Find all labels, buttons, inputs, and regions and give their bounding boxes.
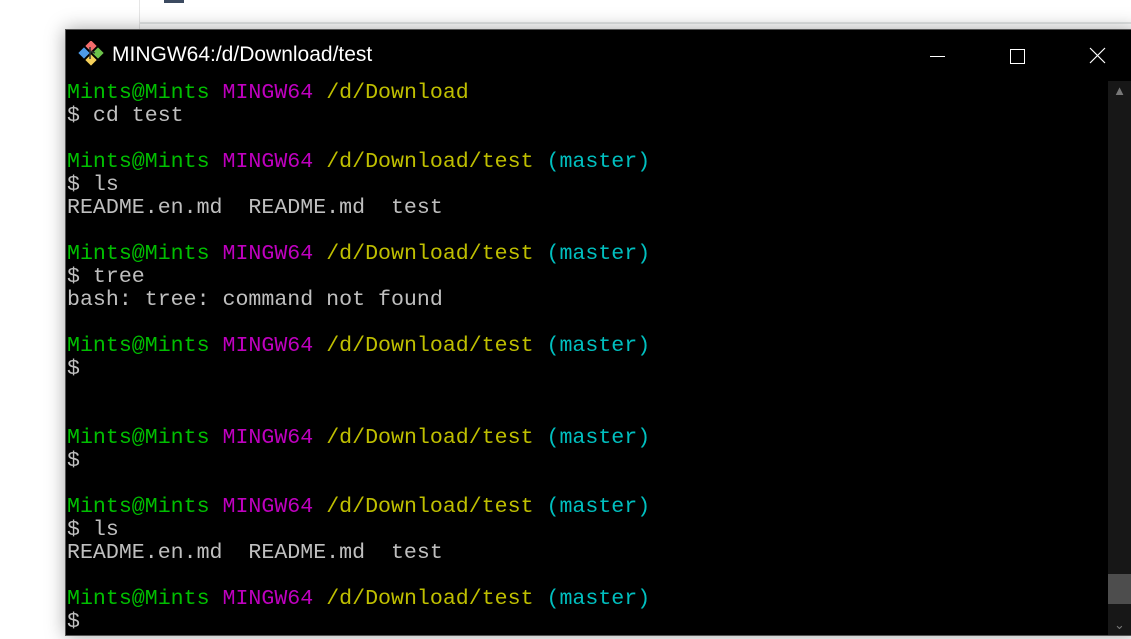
- terminal-text-segment: MINGW64: [222, 242, 327, 266]
- maximize-icon: [1010, 49, 1025, 64]
- terminal-window: MINGW64:/d/Download/test Mints@Mints MIN…: [65, 29, 1131, 636]
- terminal-line: $ cd test: [67, 105, 1107, 128]
- terminal-text-segment: /d/Download/test: [326, 426, 547, 450]
- terminal-text-segment: MINGW64: [222, 150, 327, 174]
- terminal-text-segment: Mints@Mints: [67, 495, 223, 519]
- terminal-text-segment: /d/Download/test: [326, 242, 547, 266]
- background-header: [140, 0, 1131, 24]
- terminal-line: README.en.md README.md test: [67, 197, 1107, 220]
- terminal-text-segment: Mints@Mints: [67, 426, 223, 450]
- terminal-text-segment: (master): [546, 242, 651, 266]
- terminal-text-segment: $: [67, 610, 80, 634]
- terminal-line: $: [67, 358, 1107, 381]
- maximize-button[interactable]: [994, 30, 1040, 81]
- terminal-text-segment: MINGW64: [222, 587, 327, 611]
- terminal-text-segment: MINGW64: [222, 82, 327, 105]
- terminal-line: Mints@Mints MINGW64 /d/Download/test (ma…: [67, 335, 1107, 358]
- scrollbar-thumb[interactable]: [1108, 574, 1131, 604]
- window-title: MINGW64:/d/Download/test: [112, 43, 373, 66]
- terminal-text-segment: $ tree: [67, 265, 145, 289]
- terminal-line: $: [67, 611, 1107, 634]
- terminal-line: $ ls: [67, 174, 1107, 197]
- terminal-text-segment: (master): [546, 334, 651, 358]
- close-icon: [1089, 47, 1106, 64]
- terminal-line: README.en.md README.md test: [67, 542, 1107, 565]
- scroll-up-icon[interactable]: ▲: [1108, 81, 1131, 101]
- terminal-text-segment: Mints@Mints: [67, 334, 223, 358]
- terminal-text-segment: MINGW64: [222, 334, 327, 358]
- scrollbar[interactable]: ▲ ⌄: [1108, 81, 1131, 635]
- terminal-line: Mints@Mints MINGW64 /d/Download/test (ma…: [67, 588, 1107, 611]
- terminal-text-segment: (master): [546, 426, 651, 450]
- terminal-line: Mints@Mints MINGW64 /d/Download: [67, 82, 1107, 105]
- close-button[interactable]: [1074, 30, 1120, 81]
- terminal-text-segment: README.en.md README.md test: [67, 196, 443, 220]
- terminal-text-segment: bash: tree: command not found: [67, 288, 443, 312]
- terminal-line: $ ls: [67, 519, 1107, 542]
- minimize-icon: [930, 56, 945, 57]
- terminal-text-segment: $ cd test: [67, 104, 184, 128]
- terminal-text-segment: /d/Download: [326, 82, 469, 105]
- terminal-text-segment: (master): [546, 587, 651, 611]
- terminal-text-segment: $: [67, 357, 80, 381]
- terminal-text-segment: Mints@Mints: [67, 150, 223, 174]
- terminal-text-segment: Mints@Mints: [67, 242, 223, 266]
- terminal-line: Mints@Mints MINGW64 /d/Download/test (ma…: [67, 151, 1107, 174]
- terminal-text-segment: Mints@Mints: [67, 82, 223, 105]
- git-bash-icon: [78, 41, 104, 66]
- terminal-line: Mints@Mints MINGW64 /d/Download/test (ma…: [67, 243, 1107, 266]
- background-element: [164, 0, 184, 3]
- terminal-line: Mints@Mints MINGW64 /d/Download/test (ma…: [67, 496, 1107, 519]
- terminal-text-segment: /d/Download/test: [326, 334, 547, 358]
- terminal-text-segment: $ ls: [67, 173, 119, 197]
- terminal-line: bash: tree: command not found: [67, 289, 1107, 312]
- terminal-text-segment: Mints@Mints: [67, 587, 223, 611]
- terminal-line: Mints@Mints MINGW64 /d/Download/test (ma…: [67, 427, 1107, 450]
- title-bar[interactable]: MINGW64:/d/Download/test: [66, 30, 1131, 81]
- terminal-text-segment: $ ls: [67, 518, 119, 542]
- terminal-text-segment: MINGW64: [222, 495, 327, 519]
- scroll-down-icon[interactable]: ⌄: [1108, 615, 1131, 635]
- minimize-button[interactable]: [914, 30, 960, 81]
- terminal-text-segment: /d/Download/test: [326, 150, 547, 174]
- terminal-text-segment: (master): [546, 495, 651, 519]
- terminal-text-segment: (master): [546, 150, 651, 174]
- terminal-text-segment: /d/Download/test: [326, 587, 547, 611]
- terminal-line: $: [67, 450, 1107, 473]
- terminal-line: $ tree: [67, 266, 1107, 289]
- terminal-text-segment: README.en.md README.md test: [67, 541, 443, 565]
- terminal-output[interactable]: Mints@Mints MINGW64 /d/Download $ cd test…: [67, 82, 1107, 634]
- terminal-text-segment: /d/Download/test: [326, 495, 547, 519]
- terminal-text-segment: $: [67, 449, 80, 473]
- terminal-text-segment: MINGW64: [222, 426, 327, 450]
